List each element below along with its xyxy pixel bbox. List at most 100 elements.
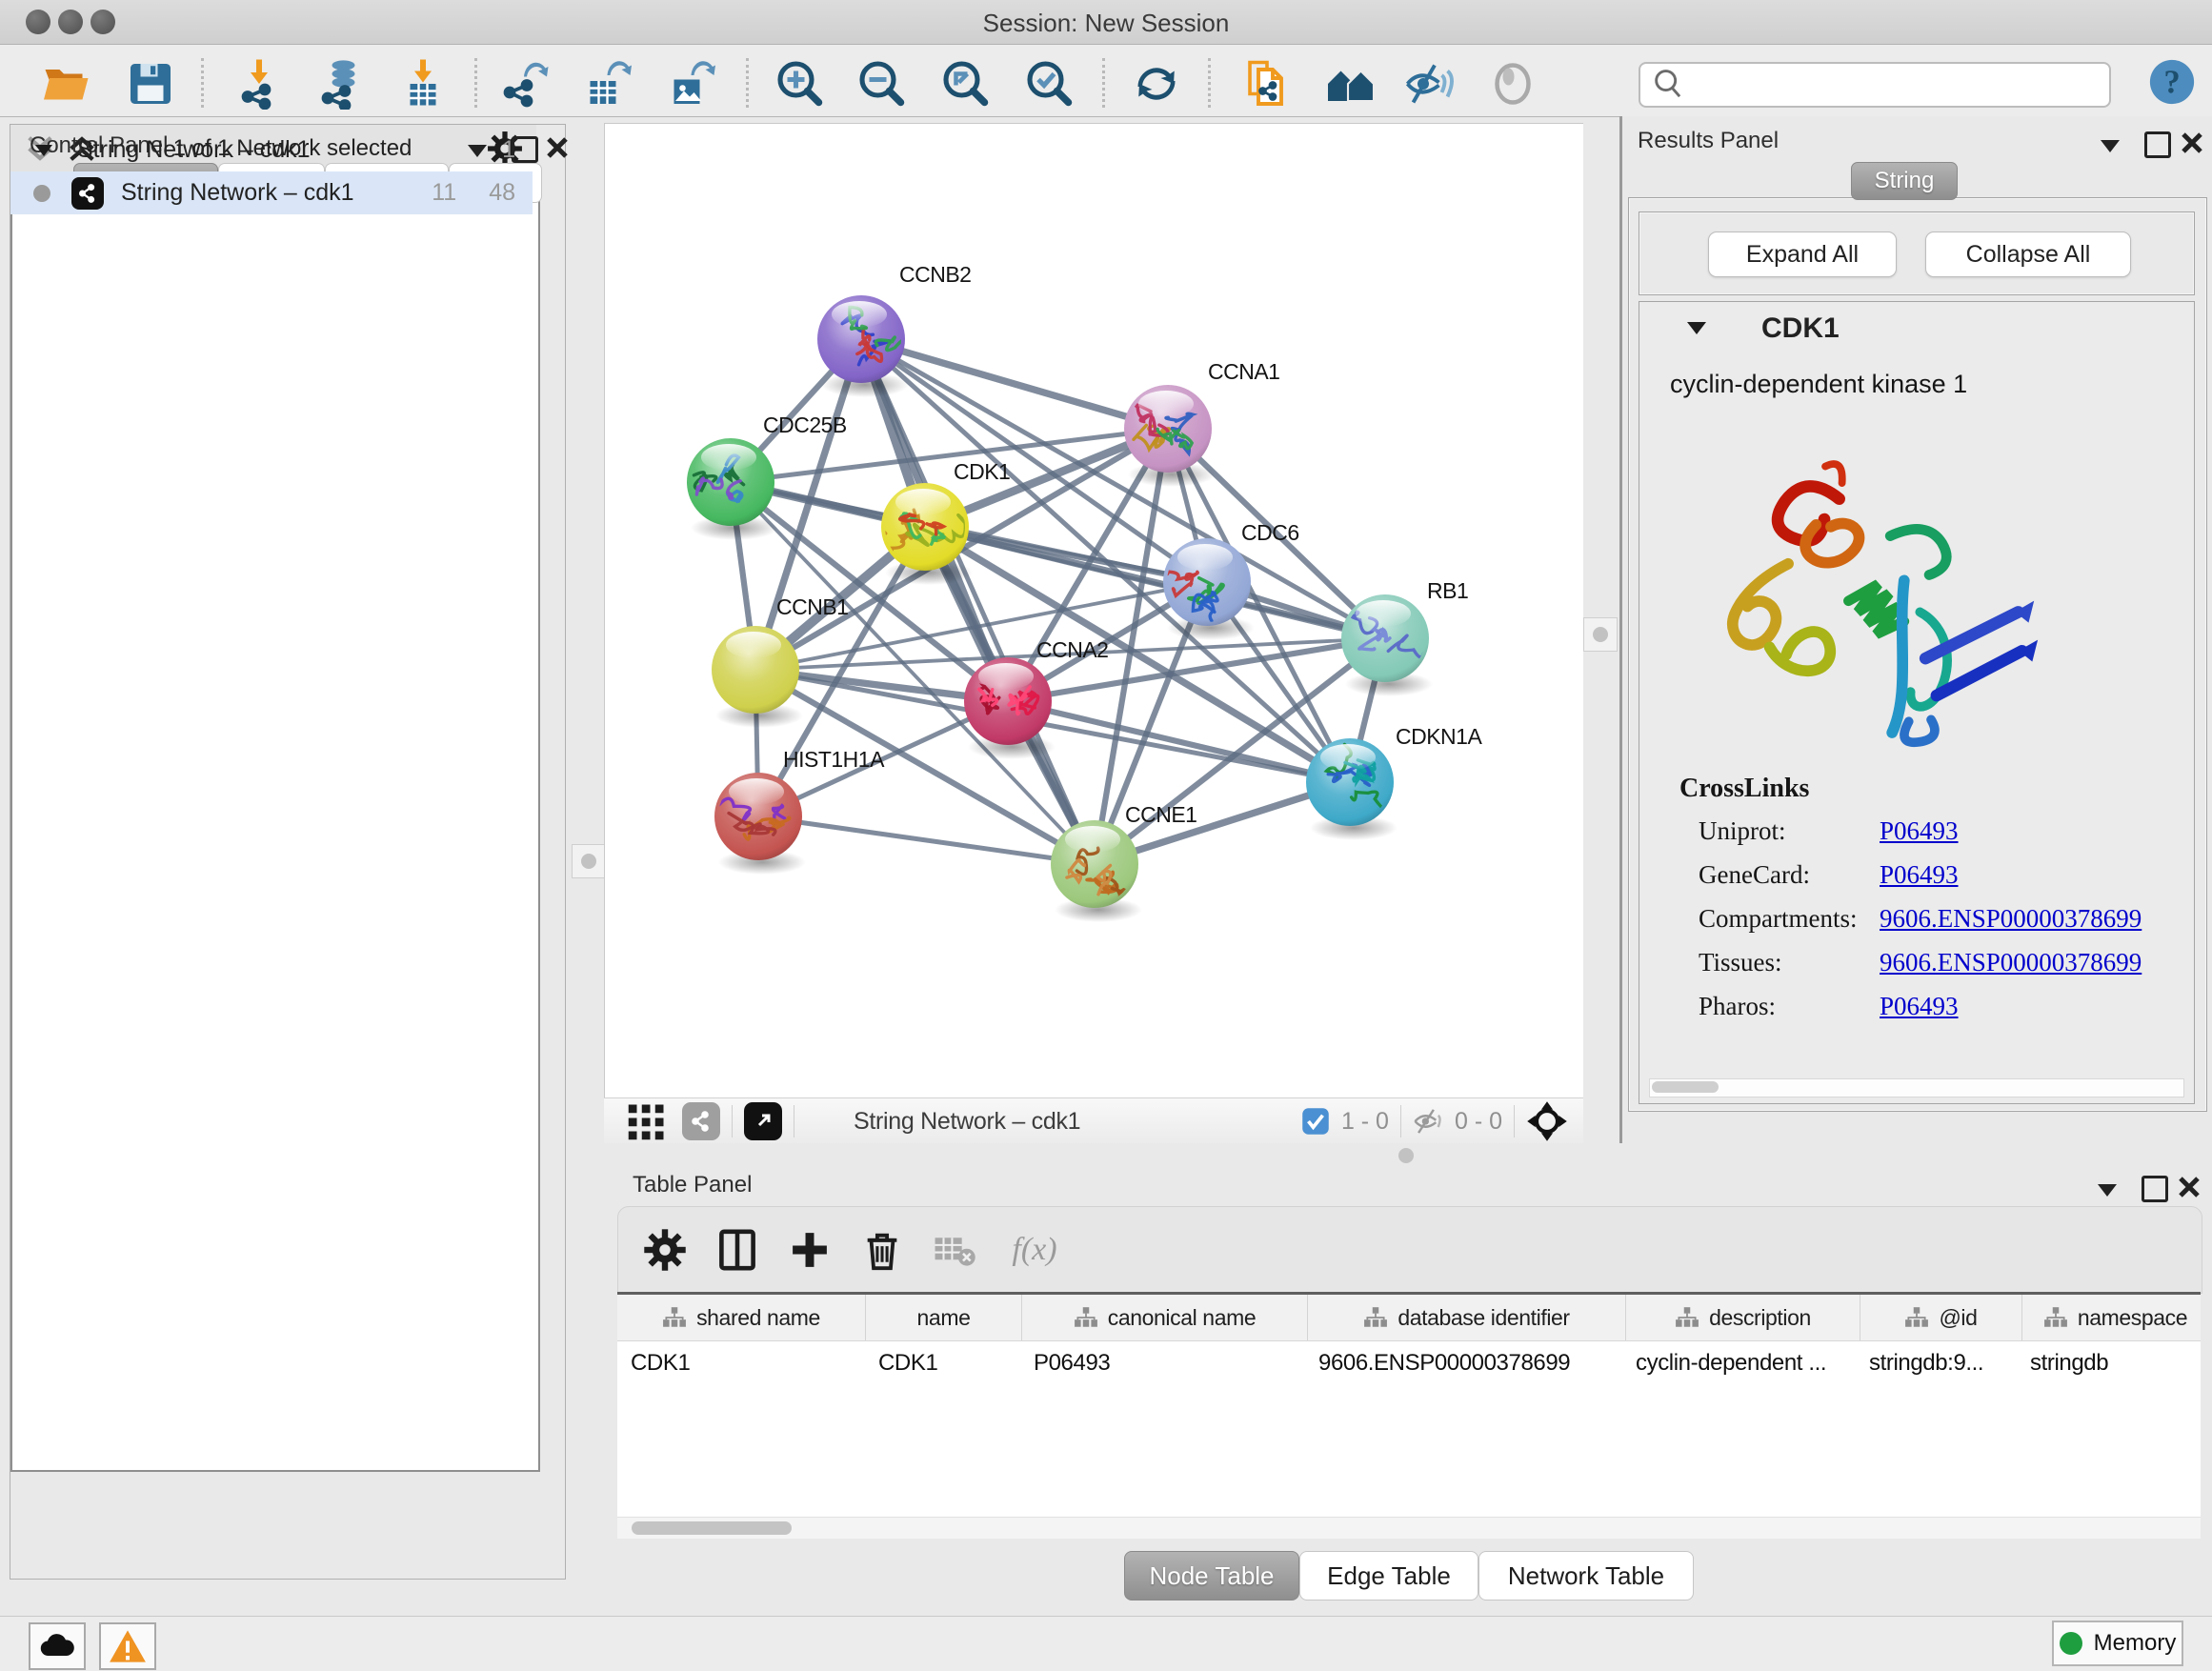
- export-network-button[interactable]: [497, 59, 551, 109]
- table-hscrollbar-thumb[interactable]: [632, 1521, 792, 1535]
- close-panel-icon[interactable]: [2181, 131, 2203, 154]
- tab-string[interactable]: String: [1851, 162, 1958, 200]
- float-panel-icon[interactable]: [2144, 131, 2171, 158]
- network-node-count: 11: [432, 179, 456, 207]
- clone-network-button[interactable]: [1240, 59, 1294, 109]
- crosslink-label: Pharos:: [1699, 992, 1776, 1021]
- tab-network-table[interactable]: Network Table: [1478, 1551, 1694, 1601]
- network-label: String Network – cdk1: [121, 179, 354, 207]
- node-label-CCNB1: CCNB1: [776, 594, 848, 619]
- crosslink-link[interactable]: P06493: [1880, 992, 1959, 1021]
- table-cell: P06493: [1020, 1341, 1305, 1384]
- column-header[interactable]: database identifier: [1308, 1295, 1626, 1340]
- grid-view-icon[interactable]: [627, 1101, 667, 1141]
- node-label-RB1: RB1: [1427, 578, 1468, 603]
- import-network-database-button[interactable]: [312, 59, 366, 109]
- network-node-RB1[interactable]: [1334, 594, 1433, 696]
- crosslink-link[interactable]: 9606.ENSP00000378699: [1880, 904, 2142, 934]
- first-neighbors-button[interactable]: [1324, 59, 1377, 109]
- open-folder-icon: [41, 58, 92, 110]
- network-collection-row[interactable]: String Network – cdk1 1: [10, 129, 533, 171]
- warnings-button[interactable]: [99, 1622, 156, 1670]
- network-node-CDC25B[interactable]: [687, 438, 778, 540]
- zoom-in-button[interactable]: [774, 59, 827, 109]
- tab-node-table[interactable]: Node Table: [1124, 1551, 1299, 1601]
- expand-all-button[interactable]: Expand All: [1708, 232, 1897, 277]
- column-header[interactable]: name: [866, 1295, 1022, 1340]
- delete-table-button[interactable]: [929, 1224, 980, 1276]
- import-table-button[interactable]: [396, 59, 450, 109]
- collapse-all-button[interactable]: Collapse All: [1925, 232, 2131, 277]
- column-header[interactable]: namespace: [2022, 1295, 2201, 1340]
- refresh-button[interactable]: [1130, 59, 1183, 109]
- save-icon: [125, 58, 176, 110]
- column-header[interactable]: @id: [1860, 1295, 2022, 1340]
- memory-button[interactable]: Memory: [2052, 1621, 2183, 1666]
- network-view-title: String Network – cdk1: [854, 1108, 1080, 1136]
- panel-menu-icon[interactable]: [2096, 1181, 2121, 1198]
- save-session-button[interactable]: [124, 59, 177, 109]
- zoom-fit-button[interactable]: [939, 59, 993, 109]
- right-splitter-handle[interactable]: [1583, 617, 1618, 652]
- network-icon: [71, 177, 104, 210]
- birdseye-toggle-icon[interactable]: [1526, 1100, 1568, 1142]
- export-image-button[interactable]: [663, 59, 716, 109]
- table-cell: CDK1: [617, 1341, 865, 1384]
- float-panel-icon[interactable]: [2142, 1176, 2168, 1202]
- table-header-row: shared namenamecanonical namedatabase id…: [617, 1295, 2201, 1341]
- help-button[interactable]: ?: [2147, 57, 2197, 111]
- export-table-button[interactable]: [579, 59, 633, 109]
- zoom-selected-button[interactable]: [1023, 59, 1076, 109]
- network-thumbnail-icon[interactable]: [682, 1102, 720, 1140]
- crosslink-link[interactable]: P06493: [1880, 860, 1959, 890]
- hide-selected-button[interactable]: [1402, 59, 1456, 109]
- table-toolbar: f(x): [617, 1206, 2202, 1294]
- gene-section-header[interactable]: CDK1: [1639, 301, 2195, 356]
- show-columns-button[interactable]: [712, 1224, 763, 1276]
- gene-expander-icon[interactable]: [1685, 319, 1710, 338]
- cloud-status-button[interactable]: [29, 1622, 86, 1670]
- memory-label: Memory: [2094, 1630, 2177, 1657]
- search-field[interactable]: [1639, 62, 2111, 108]
- column-header[interactable]: shared name: [617, 1295, 866, 1340]
- export-table-icon: [580, 58, 632, 110]
- refresh-icon: [1131, 58, 1182, 110]
- network-node-CDKN1A[interactable]: [1306, 738, 1398, 840]
- results-hscrollbar[interactable]: [1649, 1078, 2184, 1097]
- network-node-HIST1H1A[interactable]: [714, 773, 806, 875]
- titlebar: Session: New Session: [0, 0, 2212, 45]
- network-node-CDK1[interactable]: [881, 483, 973, 585]
- collection-expander-icon[interactable]: [33, 141, 56, 160]
- network-node-CCNB2[interactable]: [817, 295, 909, 397]
- network-view-dot-icon: [33, 185, 50, 202]
- column-header[interactable]: canonical name: [1022, 1295, 1308, 1340]
- crosslink-link[interactable]: P06493: [1880, 816, 1959, 846]
- function-builder-button[interactable]: f(x): [1009, 1224, 1060, 1276]
- table-settings-button[interactable]: [639, 1224, 691, 1276]
- selected-checkbox-icon[interactable]: [1301, 1107, 1330, 1136]
- table-hscrollbar[interactable]: [617, 1517, 2201, 1539]
- table-row[interactable]: CDK1CDK1P064939606.ENSP00000378699cyclin…: [617, 1341, 2201, 1384]
- add-column-button[interactable]: [784, 1224, 835, 1276]
- close-panel-icon[interactable]: [2178, 1176, 2201, 1198]
- panel-menu-icon[interactable]: [2099, 137, 2123, 154]
- detach-view-button[interactable]: [744, 1102, 782, 1140]
- zoom-out-button[interactable]: [855, 59, 909, 109]
- network-node-CCNA1[interactable]: [1124, 385, 1216, 487]
- open-session-button[interactable]: [40, 59, 93, 109]
- network-row-selected[interactable]: String Network – cdk1 11 48: [10, 171, 533, 214]
- crosslink-link[interactable]: 9606.ENSP00000378699: [1880, 948, 2142, 977]
- crosslink-label: Uniprot:: [1699, 816, 1786, 846]
- import-network-file-button[interactable]: [232, 59, 286, 109]
- tab-edge-table[interactable]: Edge Table: [1299, 1551, 1478, 1601]
- column-header[interactable]: description: [1626, 1295, 1860, 1340]
- network-node-CCNA2[interactable]: [964, 657, 1056, 759]
- horizontal-splitter[interactable]: [604, 1143, 2212, 1168]
- results-hscrollbar-thumb[interactable]: [1652, 1081, 1719, 1093]
- search-input[interactable]: [1694, 70, 2109, 99]
- network-canvas[interactable]: CCNB2CCNA1CDC25BCDK1CDC6RB1CCNB1CCNA2CDK…: [604, 123, 1584, 1098]
- show-all-button[interactable]: [1486, 59, 1539, 109]
- delete-column-button[interactable]: [856, 1224, 908, 1276]
- left-splitter-handle[interactable]: [572, 844, 606, 878]
- close-panel-icon[interactable]: [546, 136, 569, 159]
